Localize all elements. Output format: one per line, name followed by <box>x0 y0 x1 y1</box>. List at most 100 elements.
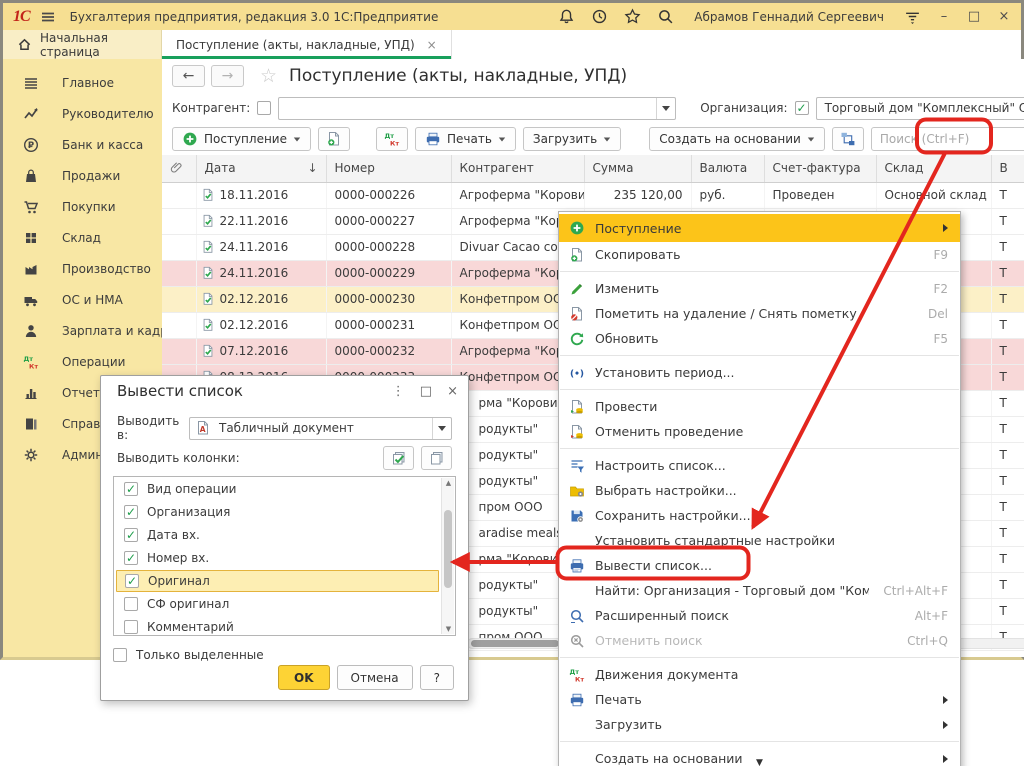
dialog-more-icon[interactable]: ⋮ <box>392 384 405 399</box>
menu-item[interactable]: Найти: Организация - Торговый дом "Компл… <box>559 578 960 603</box>
uncheck-all-button[interactable] <box>421 446 452 470</box>
menu-item[interactable]: Пометить на удаление / Снять пометкуDel <box>559 301 960 326</box>
menu-item[interactable]: Отменить поискCtrl+Q <box>559 628 960 653</box>
sidebar-item-bag[interactable]: Продажи <box>3 160 162 191</box>
dtkt-button[interactable]: ДтКт <box>376 127 408 151</box>
menu-item[interactable]: ИзменитьF2 <box>559 276 960 301</box>
column-checkbox[interactable]: ✓ <box>124 528 138 542</box>
column-checkbox[interactable]: ✓ <box>124 551 138 565</box>
menu-item[interactable]: Установить стандартные настройки <box>559 528 960 553</box>
tab-close-icon[interactable]: × <box>427 38 437 52</box>
copy-button[interactable] <box>318 127 350 151</box>
minimize-button[interactable]: – <box>937 9 951 24</box>
sidebar-item-dtkt[interactable]: ДтКтОперации <box>3 346 162 377</box>
load-button[interactable]: Загрузить <box>523 127 621 151</box>
current-user[interactable]: Абрамов Геннадий Сергеевич <box>694 10 884 24</box>
menu-item[interactable]: Настроить список... <box>559 453 960 478</box>
menu-item[interactable]: Расширенный поискAlt+F <box>559 603 960 628</box>
sidebar-item-menu-lines[interactable]: Главное <box>3 67 162 98</box>
listbox-scrollbar[interactable]: ▲ ▼ <box>441 478 454 634</box>
menu-item[interactable]: Провести <box>559 394 960 419</box>
ok-button[interactable]: OK <box>278 665 330 690</box>
favorites-star-icon[interactable] <box>624 8 641 25</box>
create-based-button[interactable]: Создать на основании <box>649 127 825 151</box>
column-option[interactable]: ✓ Номер вх. <box>116 547 439 569</box>
contragent-checkbox[interactable] <box>257 101 271 115</box>
close-button[interactable]: × <box>997 9 1011 24</box>
main-menu-icon[interactable] <box>40 9 56 25</box>
menu-item[interactable]: ОбновитьF5 <box>559 326 960 351</box>
menu-item[interactable]: Выбрать настройки... <box>559 478 960 503</box>
service-settings-icon[interactable] <box>904 8 921 25</box>
sidebar-item-factory[interactable]: Производство <box>3 253 162 284</box>
column-header[interactable]: В <box>991 155 1024 182</box>
menu-lines-icon <box>22 75 39 91</box>
column-header[interactable]: Счет-фактура <box>764 155 876 182</box>
organization-value: Торговый дом "Комплексный" ООО <box>817 101 1024 115</box>
sidebar-item-ruble[interactable]: РБанк и касса <box>3 129 162 160</box>
menu-item[interactable]: ДтКтДвижения документа <box>559 662 960 687</box>
list-toolbar: Поступление ДтКт Печать Загрузить Создат… <box>162 123 1024 155</box>
column-option[interactable]: Комментарий <box>116 616 439 636</box>
column-checkbox[interactable] <box>124 597 138 611</box>
column-header-date[interactable]: Дата↓ <box>196 155 326 182</box>
menu-item-label: Загрузить <box>595 717 662 732</box>
new-document-button[interactable]: Поступление <box>172 127 311 151</box>
column-header[interactable]: Сумма <box>584 155 691 182</box>
sidebar-item-person[interactable]: Зарплата и кадры <box>3 315 162 346</box>
menu-item[interactable]: СкопироватьF9 <box>559 242 960 267</box>
column-checkbox[interactable]: ✓ <box>125 574 139 588</box>
favorite-star-icon[interactable]: ☆ <box>260 65 277 87</box>
print-button[interactable]: Печать <box>415 127 516 151</box>
search-icon[interactable] <box>657 8 674 25</box>
dialog-help-button[interactable]: ? <box>420 665 454 690</box>
only-selected-checkbox[interactable] <box>113 648 127 662</box>
menu-item[interactable]: Загрузить <box>559 712 960 737</box>
column-header[interactable]: Валюта <box>691 155 764 182</box>
check-all-button[interactable] <box>383 446 414 470</box>
column-option[interactable]: ✓ Оригинал <box>116 570 439 592</box>
maximize-button[interactable]: □ <box>967 9 981 24</box>
tab-home[interactable]: Начальная страница <box>3 30 162 59</box>
form-title: Поступление (акты, накладные, УПД) <box>289 66 627 86</box>
organization-combo[interactable]: Торговый дом "Комплексный" ООО <box>816 97 1024 120</box>
menu-item[interactable]: Поступление <box>559 214 960 242</box>
related-documents-button[interactable] <box>832 127 864 151</box>
sidebar-item-grid[interactable]: Склад <box>3 222 162 253</box>
dialog-close-icon[interactable]: × <box>447 384 458 399</box>
sidebar-item-cart[interactable]: Покупки <box>3 191 162 222</box>
nav-forward-button[interactable]: → <box>211 65 244 87</box>
column-checkbox[interactable]: ✓ <box>124 505 138 519</box>
organization-checkbox[interactable]: ✓ <box>795 101 809 115</box>
contragent-combo[interactable] <box>278 97 676 120</box>
nav-back-button[interactable]: ← <box>172 65 205 87</box>
tab-active[interactable]: Поступление (акты, накладные, УПД) × <box>162 30 452 59</box>
column-option[interactable]: СФ оригинал <box>116 593 439 615</box>
column-option-label: СФ оригинал <box>147 597 229 611</box>
column-header[interactable]: Склад <box>876 155 991 182</box>
column-option[interactable]: ✓ Вид операции <box>116 478 439 500</box>
dialog-maximize-icon[interactable]: □ <box>420 384 432 399</box>
table-row[interactable]: 18.11.2016 0000-000226Агроферма "Коровин… <box>162 182 1024 208</box>
cancel-button[interactable]: Отмена <box>337 665 413 690</box>
column-option[interactable]: ✓ Дата вх. <box>116 524 439 546</box>
menu-item[interactable]: Отменить проведение <box>559 419 960 444</box>
menu-item[interactable]: Вывести список... <box>559 553 960 578</box>
history-icon[interactable] <box>591 8 608 25</box>
column-option[interactable]: ✓ Организация <box>116 501 439 523</box>
menu-item[interactable]: (•)Установить период... <box>559 360 960 385</box>
column-header[interactable]: Контрагент <box>451 155 584 182</box>
menu-item[interactable]: Печать <box>559 687 960 712</box>
sidebar-item-trend[interactable]: Руководителю <box>3 98 162 129</box>
attachments-column-header[interactable] <box>162 155 196 182</box>
sidebar-item-truck[interactable]: ОС и НМА <box>3 284 162 315</box>
column-checkbox[interactable] <box>124 620 138 634</box>
column-header[interactable]: Номер <box>326 155 451 182</box>
column-checkbox[interactable]: ✓ <box>124 482 138 496</box>
search-input[interactable]: Поиск (Ctrl+F) × <box>871 127 1024 151</box>
menu-item-label: Обновить <box>595 331 659 346</box>
menu-item[interactable]: Сохранить настройки... <box>559 503 960 528</box>
notifications-bell-icon[interactable] <box>558 8 575 25</box>
output-to-combo[interactable]: A Табличный документ <box>189 417 452 440</box>
posted-doc-icon <box>201 344 215 358</box>
